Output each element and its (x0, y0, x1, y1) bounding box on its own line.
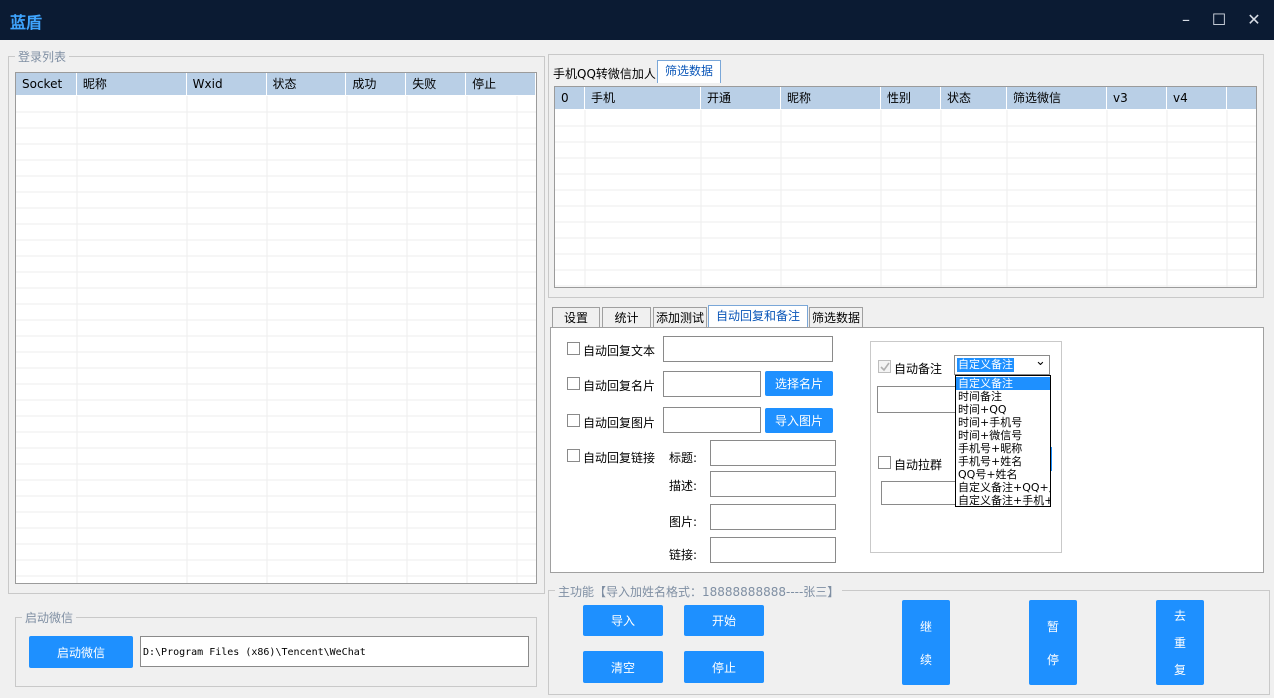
auto-remark-label: 自动备注 (894, 362, 943, 376)
maximize-icon[interactable]: ☐ (1207, 8, 1231, 32)
auto-remark-checkbox[interactable] (878, 360, 891, 373)
dedup-button[interactable]: 去 重 复 (1156, 600, 1204, 685)
tab-filter-data-top[interactable]: 筛选数据 (657, 60, 721, 83)
tab-settings[interactable]: 设置 (552, 307, 600, 328)
tab-auto-reply[interactable]: 自动回复和备注 (708, 305, 808, 328)
filter-data-grid[interactable]: 0 手机 开通 昵称 性别 状态 筛选微信 v3 v4 (554, 86, 1257, 288)
login-list-legend: 登录列表 (15, 48, 70, 65)
auto-reply-card-label: 自动回复名片 (583, 379, 656, 393)
dropdown-option[interactable]: 手机号+昵称 (956, 442, 1050, 455)
dropdown-option[interactable]: 自定义备注+手机+ (956, 494, 1050, 507)
remark-type-dropdown[interactable]: 自定义备注 时间备注 时间+QQ 时间+手机号 时间+微信号 手机号+昵称 手机… (955, 375, 1051, 507)
auto-reply-image-label: 自动回复图片 (583, 416, 656, 430)
tab-filter-data-bottom[interactable]: 筛选数据 (809, 307, 863, 328)
col-gender[interactable]: 性别 (881, 87, 941, 109)
dropdown-option[interactable]: 时间+QQ (956, 403, 1050, 416)
login-list-header: Socket 昵称 Wxid 状态 成功 失败 停止 (16, 73, 536, 95)
link-image-input[interactable] (710, 504, 836, 530)
start-button[interactable]: 开始 (684, 605, 764, 636)
remark-custom-input[interactable] (877, 386, 959, 413)
tab-qq-to-wechat[interactable]: 手机QQ转微信加人 (553, 65, 656, 82)
col-status[interactable]: 状态 (267, 73, 347, 95)
filter-grid-header: 0 手机 开通 昵称 性别 状态 筛选微信 v3 v4 (555, 87, 1256, 109)
stop-button[interactable]: 停止 (684, 651, 764, 683)
auto-reply-link-label: 自动回复链接 (583, 451, 656, 465)
dropdown-option[interactable]: 时间备注 (956, 390, 1050, 403)
tab-stats[interactable]: 统计 (602, 307, 651, 328)
col-fail[interactable]: 失败 (406, 73, 467, 95)
continue-button[interactable]: 继 续 (902, 600, 950, 685)
dedup-char-2: 重 (1173, 636, 1186, 650)
col-wxid[interactable]: Wxid (187, 73, 267, 95)
dropdown-option[interactable]: 时间+微信号 (956, 429, 1050, 442)
auto-pull-group-label: 自动拉群 (894, 458, 943, 472)
link-desc-input[interactable] (710, 471, 836, 497)
remark-type-select[interactable]: 自定义备注 ⌄ (954, 354, 1050, 375)
close-icon[interactable]: ✕ (1242, 8, 1266, 32)
col-v3[interactable]: v3 (1107, 87, 1167, 109)
continue-char-1: 继 (919, 619, 932, 634)
title-bar: 蓝盾 – ☐ ✕ (0, 0, 1274, 40)
remark-type-selected: 自定义备注 (957, 358, 1014, 372)
auto-reply-text-checkbox[interactable] (567, 342, 580, 355)
clear-button[interactable]: 清空 (583, 651, 663, 683)
link-desc-label: 描述: (669, 479, 698, 493)
link-title-label: 标题: (669, 451, 698, 465)
dedup-char-3: 复 (1173, 663, 1186, 677)
link-url-input[interactable] (710, 537, 836, 563)
check-icon (880, 362, 890, 372)
dedup-char-1: 去 (1173, 609, 1186, 623)
col-success[interactable]: 成功 (346, 73, 407, 95)
auto-reply-link-checkbox[interactable] (567, 449, 580, 462)
continue-char-2: 续 (919, 652, 932, 667)
col-status-filter[interactable]: 状态 (941, 87, 1007, 109)
pause-char-2: 停 (1046, 652, 1059, 667)
app-title: 蓝盾 (10, 13, 43, 32)
col-phone[interactable]: 手机 (585, 87, 701, 109)
col-index[interactable]: 0 (555, 87, 585, 109)
dropdown-option[interactable]: 手机号+姓名 (956, 455, 1050, 468)
main-function-legend: 主功能【导入加姓名格式：18888888888----张三】 (555, 583, 843, 600)
import-button[interactable]: 导入 (583, 605, 663, 636)
auto-reply-card-input[interactable] (663, 371, 761, 397)
auto-reply-card-checkbox[interactable] (567, 377, 580, 390)
select-card-button[interactable]: 选择名片 (765, 371, 833, 396)
pause-char-1: 暂 (1046, 619, 1059, 634)
import-image-button[interactable]: 导入图片 (765, 408, 833, 433)
col-socket[interactable]: Socket (16, 73, 77, 95)
tab-add-test[interactable]: 添加测试 (653, 307, 707, 328)
dropdown-option[interactable]: 时间+手机号 (956, 416, 1050, 429)
start-wechat-button[interactable]: 启动微信 (29, 636, 133, 668)
col-filter-wechat[interactable]: 筛选微信 (1007, 87, 1107, 109)
filter-grid-gridlines (555, 110, 1256, 287)
login-list-grid[interactable]: Socket 昵称 Wxid 状态 成功 失败 停止 (15, 72, 537, 584)
auto-reply-image-checkbox[interactable] (567, 414, 580, 427)
link-url-label: 链接: (669, 548, 698, 562)
col-v4[interactable]: v4 (1167, 87, 1227, 109)
start-wechat-legend: 启动微信 (22, 609, 77, 626)
login-list-gridlines (16, 96, 536, 583)
auto-reply-text-label: 自动回复文本 (583, 344, 656, 358)
col-opened[interactable]: 开通 (701, 87, 781, 109)
auto-reply-text-input[interactable] (663, 336, 833, 362)
col-nickname[interactable]: 昵称 (77, 73, 187, 95)
auto-pull-group-checkbox[interactable] (878, 456, 891, 469)
pause-button[interactable]: 暂 停 (1029, 600, 1077, 685)
group-name-input[interactable] (881, 481, 961, 505)
dropdown-option[interactable]: 自定义备注 (956, 377, 1050, 390)
chevron-down-icon: ⌄ (1035, 354, 1046, 369)
link-image-label: 图片: (669, 515, 698, 529)
dropdown-option[interactable]: 自定义备注+QQ+月 (956, 481, 1050, 494)
minimize-icon[interactable]: – (1174, 8, 1198, 32)
link-title-input[interactable] (710, 440, 836, 466)
dropdown-option[interactable]: QQ号+姓名 (956, 468, 1050, 481)
auto-reply-image-input[interactable] (663, 407, 761, 433)
col-nickname-filter[interactable]: 昵称 (781, 87, 881, 109)
col-stop[interactable]: 停止 (466, 73, 536, 95)
wechat-path-input[interactable]: D:\Program Files (x86)\Tencent\WeChat (140, 636, 529, 667)
